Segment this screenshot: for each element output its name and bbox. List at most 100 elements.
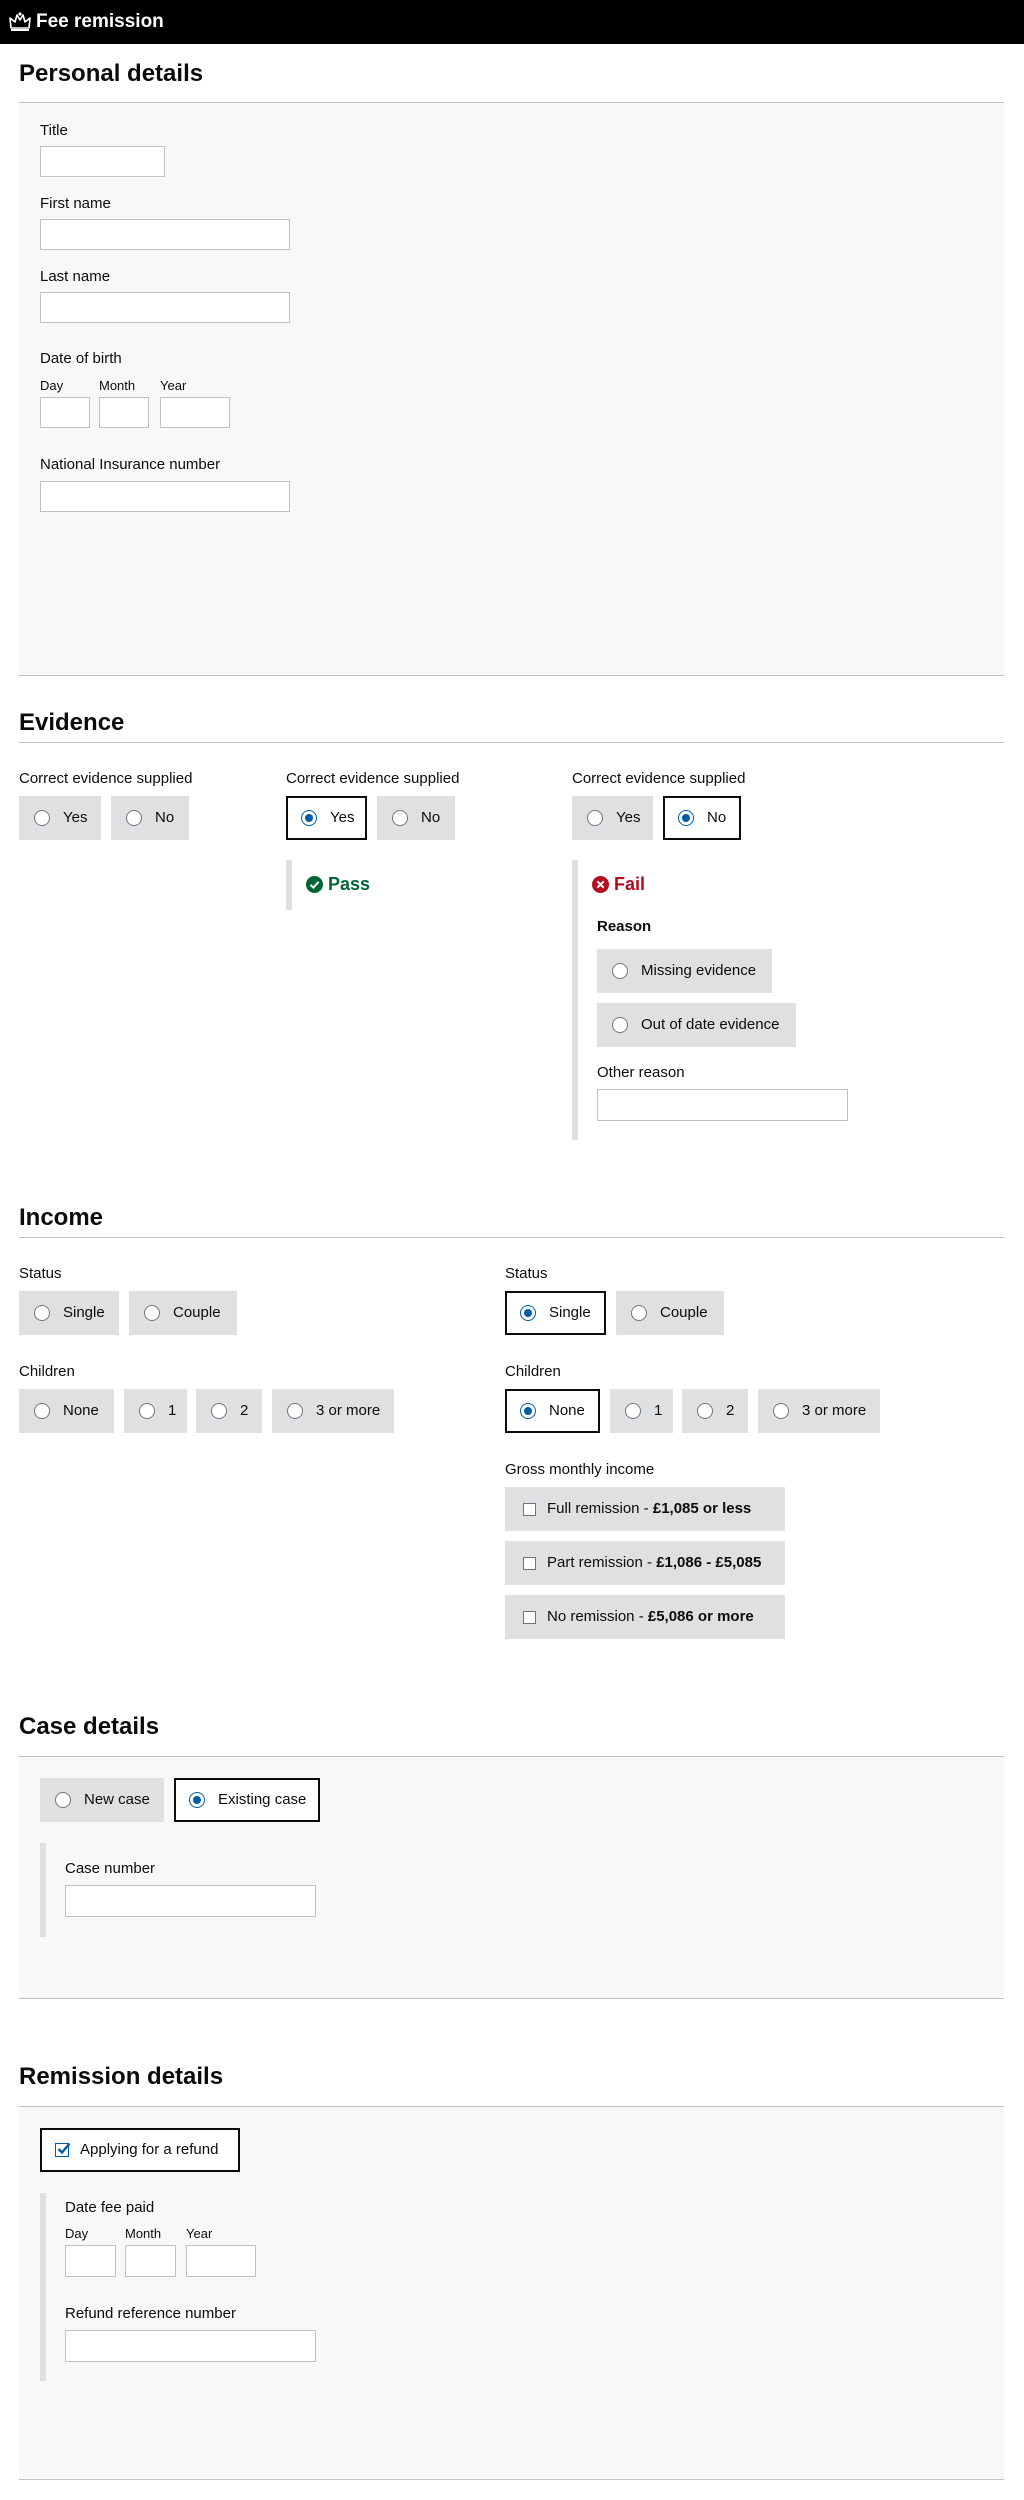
evidence-yes-option[interactable]: Yes [572,796,653,840]
divider [19,1237,1004,1238]
ni-input[interactable] [40,481,290,512]
radio-icon [612,963,628,979]
radio-icon [697,1403,713,1419]
checkbox-icon [523,1556,536,1570]
evidence-no-option[interactable]: No [111,796,189,840]
reveal-bar [572,860,578,1140]
radio-icon [631,1305,647,1321]
first-name-input[interactable] [40,219,290,250]
case-details-panel [19,1757,1004,1999]
radio-icon [189,1792,205,1808]
no-remission-option[interactable]: No remission - £5,086 or more [505,1595,785,1639]
option-label: No [421,809,441,826]
reveal-bar [40,1843,46,1937]
gross-income-label: Gross monthly income [505,1461,655,1478]
option-label: Couple [660,1304,708,1321]
applying-for-refund-checkbox[interactable]: Applying for a refund [40,2128,240,2172]
radio-icon [287,1403,303,1419]
evidence-no-option[interactable]: No [663,796,741,840]
case-details-heading: Case details [19,1713,160,1740]
radio-icon [587,810,603,826]
children-one-option[interactable]: 1 [610,1389,673,1433]
children-three-or-more-option[interactable]: 3 or more [758,1389,880,1433]
dob-month-label: Month [99,378,136,393]
option-label: Out of date evidence [641,1016,780,1033]
children-two-option[interactable]: 2 [682,1389,748,1433]
existing-case-option[interactable]: Existing case [174,1778,320,1822]
children-label: Children [505,1363,561,1380]
status-single-option[interactable]: Single [19,1291,119,1335]
option-label: None [63,1402,99,1419]
last-name-label: Last name [40,268,111,285]
dob-day-label: Day [40,378,64,393]
new-case-option[interactable]: New case [40,1778,164,1822]
radio-icon [625,1403,641,1419]
checkmark-icon [57,2142,71,2155]
refund-reference-label: Refund reference number [65,2305,236,2322]
part-remission-option[interactable]: Part remission - £1,086 - £5,085 [505,1541,785,1585]
date-fee-paid-label: Date fee paid [65,2199,155,2216]
reveal-bar [40,2193,46,2381]
last-name-input[interactable] [40,292,290,323]
fee-day-input[interactable] [65,2245,116,2277]
option-label: New case [84,1791,150,1808]
radio-icon [144,1305,160,1321]
radio-icon [773,1403,789,1419]
option-label: Single [63,1304,105,1321]
evidence-question-label: Correct evidence supplied [286,770,460,787]
radio-icon [520,1403,536,1419]
checkbox-icon [523,1502,536,1516]
evidence-no-option[interactable]: No [377,796,455,840]
other-reason-input[interactable] [597,1089,848,1121]
income-heading: Income [19,1204,104,1231]
divider [19,742,1004,743]
dob-year-input[interactable] [160,397,230,428]
radio-icon [211,1403,227,1419]
children-two-option[interactable]: 2 [196,1389,262,1433]
fee-day-label: Day [65,2226,89,2241]
cross-circle-icon [592,876,609,893]
radio-icon [126,810,142,826]
radio-icon [139,1403,155,1419]
title-input[interactable] [40,146,165,177]
check-circle-icon [306,876,323,893]
dob-label: Date of birth [40,350,122,367]
status-couple-option[interactable]: Couple [616,1291,724,1335]
fee-year-input[interactable] [186,2245,256,2277]
fee-month-input[interactable] [125,2245,176,2277]
option-label: 3 or more [316,1402,381,1419]
fee-year-label: Year [186,2226,213,2241]
children-label: Children [19,1363,75,1380]
first-name-label: First name [40,195,111,212]
case-number-input[interactable] [65,1885,316,1917]
full-remission-option[interactable]: Full remission - £1,085 or less [505,1487,785,1531]
dob-year-label: Year [160,378,187,393]
radio-icon [34,1305,50,1321]
radio-icon [55,1792,71,1808]
personal-details-heading: Personal details [19,60,204,87]
evidence-question-label: Correct evidence supplied [572,770,746,787]
option-label: Yes [616,809,641,826]
reveal-bar [286,860,292,910]
missing-evidence-option[interactable]: Missing evidence [597,949,772,993]
children-one-option[interactable]: 1 [124,1389,187,1433]
option-label: 2 [726,1402,735,1419]
out-of-date-evidence-option[interactable]: Out of date evidence [597,1003,796,1047]
evidence-yes-option[interactable]: Yes [286,796,367,840]
checkbox-icon [523,1610,536,1624]
refund-reference-input[interactable] [65,2330,316,2362]
evidence-yes-option[interactable]: Yes [19,796,101,840]
radio-icon [520,1305,536,1321]
status-couple-option[interactable]: Couple [129,1291,237,1335]
children-three-or-more-option[interactable]: 3 or more [272,1389,394,1433]
radio-icon [34,1403,50,1419]
status-single-option[interactable]: Single [505,1291,606,1335]
option-label: 1 [654,1402,663,1419]
dob-day-input[interactable] [40,397,90,428]
option-label: Full remission - £1,085 or less [547,1500,752,1517]
children-none-option[interactable]: None [19,1389,114,1433]
option-label: None [549,1402,585,1419]
dob-month-input[interactable] [99,397,149,428]
children-none-option[interactable]: None [505,1389,600,1433]
case-number-label: Case number [65,1860,156,1877]
